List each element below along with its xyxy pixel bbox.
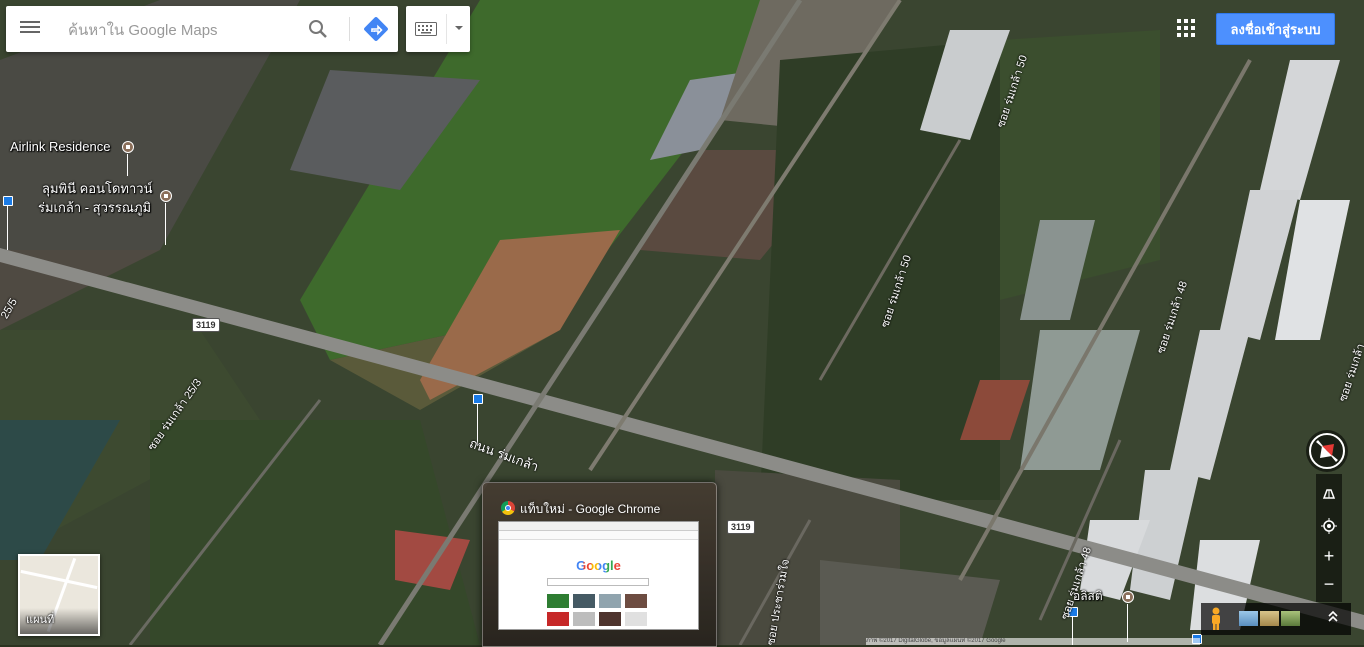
directions-icon[interactable] bbox=[362, 15, 390, 43]
imagery-thumb-satellite[interactable] bbox=[1281, 611, 1300, 626]
thumbnail-tile bbox=[573, 594, 595, 608]
thumbnail-tile bbox=[625, 612, 647, 626]
route-shield: 3119 bbox=[727, 520, 755, 534]
poi-label-lumpini-line2[interactable]: ร่มเกล้า - สุวรรณภูมิ bbox=[38, 197, 151, 218]
zoom-in-icon[interactable]: + bbox=[1316, 542, 1342, 570]
taskbar-window-preview[interactable]: แท็บใหม่ - Google Chrome Google bbox=[482, 482, 717, 647]
poi-pin-line bbox=[165, 203, 166, 245]
input-tools-divider bbox=[446, 14, 447, 44]
search-icon[interactable] bbox=[306, 17, 330, 41]
thumbnail-tile bbox=[625, 594, 647, 608]
thumbnail-tile bbox=[599, 612, 621, 626]
imagery-thumb-terrain[interactable] bbox=[1260, 611, 1279, 626]
thumbnail-tile bbox=[599, 594, 621, 608]
map-view-toggle[interactable]: แผนที่ bbox=[18, 554, 100, 636]
expand-icon[interactable] bbox=[1323, 609, 1343, 629]
window-preview-thumbnail[interactable]: Google bbox=[498, 521, 699, 630]
my-location-icon[interactable] bbox=[1316, 512, 1342, 540]
poi-icon-oliese[interactable] bbox=[1122, 591, 1134, 603]
bus-stop-icon[interactable] bbox=[473, 394, 483, 404]
minimap-road bbox=[20, 569, 98, 590]
poi-label-airlink[interactable]: Airlink Residence bbox=[10, 139, 110, 154]
poi-pin-line bbox=[1127, 604, 1128, 642]
map-controls: + − bbox=[1316, 474, 1342, 602]
thumbnail-google-logo: Google bbox=[499, 558, 698, 573]
thumbnail-addressbar bbox=[499, 531, 698, 540]
thumbnail-tile bbox=[547, 612, 569, 626]
bus-stop-pin-line bbox=[7, 206, 8, 250]
minimap-label: แผนที่ bbox=[26, 614, 55, 626]
poi-icon-lumpini[interactable] bbox=[160, 190, 172, 202]
chevron-down-icon[interactable] bbox=[452, 21, 466, 35]
window-preview-title: แท็บใหม่ - Google Chrome bbox=[520, 502, 661, 516]
search-input[interactable] bbox=[66, 18, 300, 42]
search-divider bbox=[349, 17, 350, 41]
poi-label-lumpini-line1[interactable]: ลุมพินี คอนโดทาวน์ bbox=[42, 178, 152, 199]
keyboard-icon[interactable] bbox=[415, 22, 437, 36]
imagery-toolbar bbox=[1201, 603, 1351, 635]
tilt-icon[interactable] bbox=[1316, 480, 1342, 508]
search-box bbox=[6, 6, 398, 52]
menu-icon[interactable] bbox=[20, 19, 40, 39]
thumbnail-tabbar bbox=[499, 522, 698, 531]
imagery-thumb-earth[interactable] bbox=[1239, 611, 1258, 626]
bus-stop-icon[interactable] bbox=[3, 196, 13, 206]
thumbnail-search-box bbox=[547, 578, 649, 586]
thumbnail-tile bbox=[573, 612, 595, 626]
map-attribution: ภาพ ©2017 DigitalGlobe, ข้อมูลแผนที่ ©20… bbox=[866, 638, 1200, 645]
chrome-icon bbox=[501, 501, 515, 515]
pegman-icon[interactable] bbox=[1207, 607, 1225, 631]
thumbnail-tile bbox=[547, 594, 569, 608]
poi-icon-airlink[interactable] bbox=[122, 141, 134, 153]
sign-in-button[interactable]: ลงชื่อเข้าสู่ระบบ bbox=[1216, 13, 1335, 45]
input-tools-box bbox=[406, 6, 470, 52]
zoom-out-icon[interactable]: − bbox=[1316, 570, 1342, 598]
poi-pin-line bbox=[127, 154, 128, 176]
compass-icon[interactable] bbox=[1304, 428, 1350, 474]
google-logo-text: Google bbox=[576, 558, 621, 573]
apps-grid-icon[interactable] bbox=[1177, 19, 1195, 37]
poi-label-oliese[interactable]: อลิสติ bbox=[1073, 587, 1103, 606]
route-shield: 3119 bbox=[192, 318, 220, 332]
